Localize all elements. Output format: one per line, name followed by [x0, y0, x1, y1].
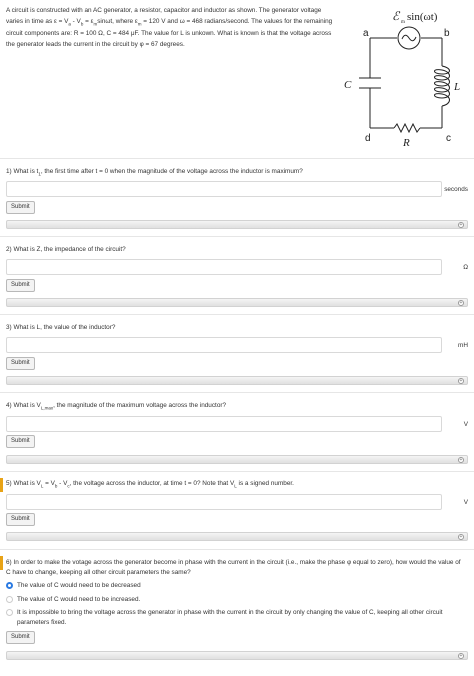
svg-text:m: m [401, 20, 405, 25]
expand-icon[interactable]: + [458, 378, 464, 384]
divider [0, 392, 474, 393]
divider [0, 158, 474, 159]
feedback-bar-3[interactable]: + [6, 376, 468, 385]
label-capacitor: C [344, 79, 352, 91]
submit-button-3[interactable]: Submit [6, 357, 35, 370]
option-decrease[interactable]: The value of C would need to be decrease… [6, 581, 141, 591]
expand-icon[interactable]: + [458, 653, 464, 659]
label-resistor: R [402, 137, 410, 149]
resistor-zigzag [393, 122, 421, 134]
question-5: 5) What is VL = Vb - Vc, the voltage acr… [6, 480, 294, 489]
node-b: b [444, 28, 450, 39]
answer-input-4[interactable] [6, 416, 442, 432]
answer-input-3[interactable] [6, 337, 442, 353]
question-2: 2) What is Z, the impedance of the circu… [6, 246, 126, 253]
submit-button-1[interactable]: Submit [6, 201, 35, 214]
question-3: 3) What is L, the value of the inductor? [6, 324, 116, 331]
problem-statement: A circuit is constructed with an AC gene… [6, 7, 333, 48]
submit-button-5[interactable]: Submit [6, 513, 35, 526]
feedback-bar-6[interactable]: + [6, 651, 468, 660]
node-d: d [365, 133, 371, 144]
option-impossible[interactable]: It is impossible to bring the voltage ac… [6, 608, 468, 628]
inductor-coil [434, 65, 450, 107]
answer-input-1[interactable] [6, 181, 442, 197]
status-marker [0, 556, 3, 570]
unit-5: V [463, 499, 468, 506]
svg-text:sin(ωt): sin(ωt) [407, 11, 438, 23]
divider [0, 471, 474, 472]
submit-button-6[interactable]: Submit [6, 631, 35, 644]
radio-icon[interactable] [6, 609, 13, 616]
expand-icon[interactable]: + [458, 300, 464, 306]
label-inductor: L [453, 81, 460, 93]
unit-2: Ω [463, 264, 468, 271]
expand-icon[interactable]: + [458, 222, 464, 228]
feedback-bar-4[interactable]: + [6, 455, 468, 464]
node-a: a [363, 28, 369, 39]
feedback-bar-2[interactable]: + [6, 298, 468, 307]
answer-input-5[interactable] [6, 494, 442, 510]
question-6: 6) In order to make the votage across th… [6, 559, 461, 576]
question-1: 1) What is t1, the first time after t = … [6, 168, 303, 177]
status-marker [0, 478, 3, 492]
circuit-diagram: ℰ m sin(ωt) a b c d C L R [344, 9, 460, 149]
submit-button-4[interactable]: Submit [6, 435, 35, 448]
submit-button-2[interactable]: Submit [6, 279, 35, 292]
unit-3: mH [458, 342, 468, 349]
node-c: c [446, 133, 451, 144]
option-increase[interactable]: The value of C would need to be increase… [6, 595, 140, 605]
divider [0, 314, 474, 315]
unit-4: V [463, 421, 468, 428]
feedback-bar-5[interactable]: + [6, 532, 468, 541]
emf-label: ℰ [392, 9, 401, 23]
unit-1: seconds [444, 186, 468, 193]
expand-icon[interactable]: + [458, 457, 464, 463]
feedback-bar-1[interactable]: + [6, 220, 468, 229]
expand-icon[interactable]: + [458, 534, 464, 540]
divider [0, 236, 474, 237]
question-4: 4) What is VL,max, the magnitude of the … [6, 402, 227, 411]
answer-input-2[interactable] [6, 259, 442, 275]
divider [0, 549, 474, 550]
radio-icon[interactable] [6, 596, 13, 603]
radio-selected-icon[interactable] [6, 582, 13, 589]
